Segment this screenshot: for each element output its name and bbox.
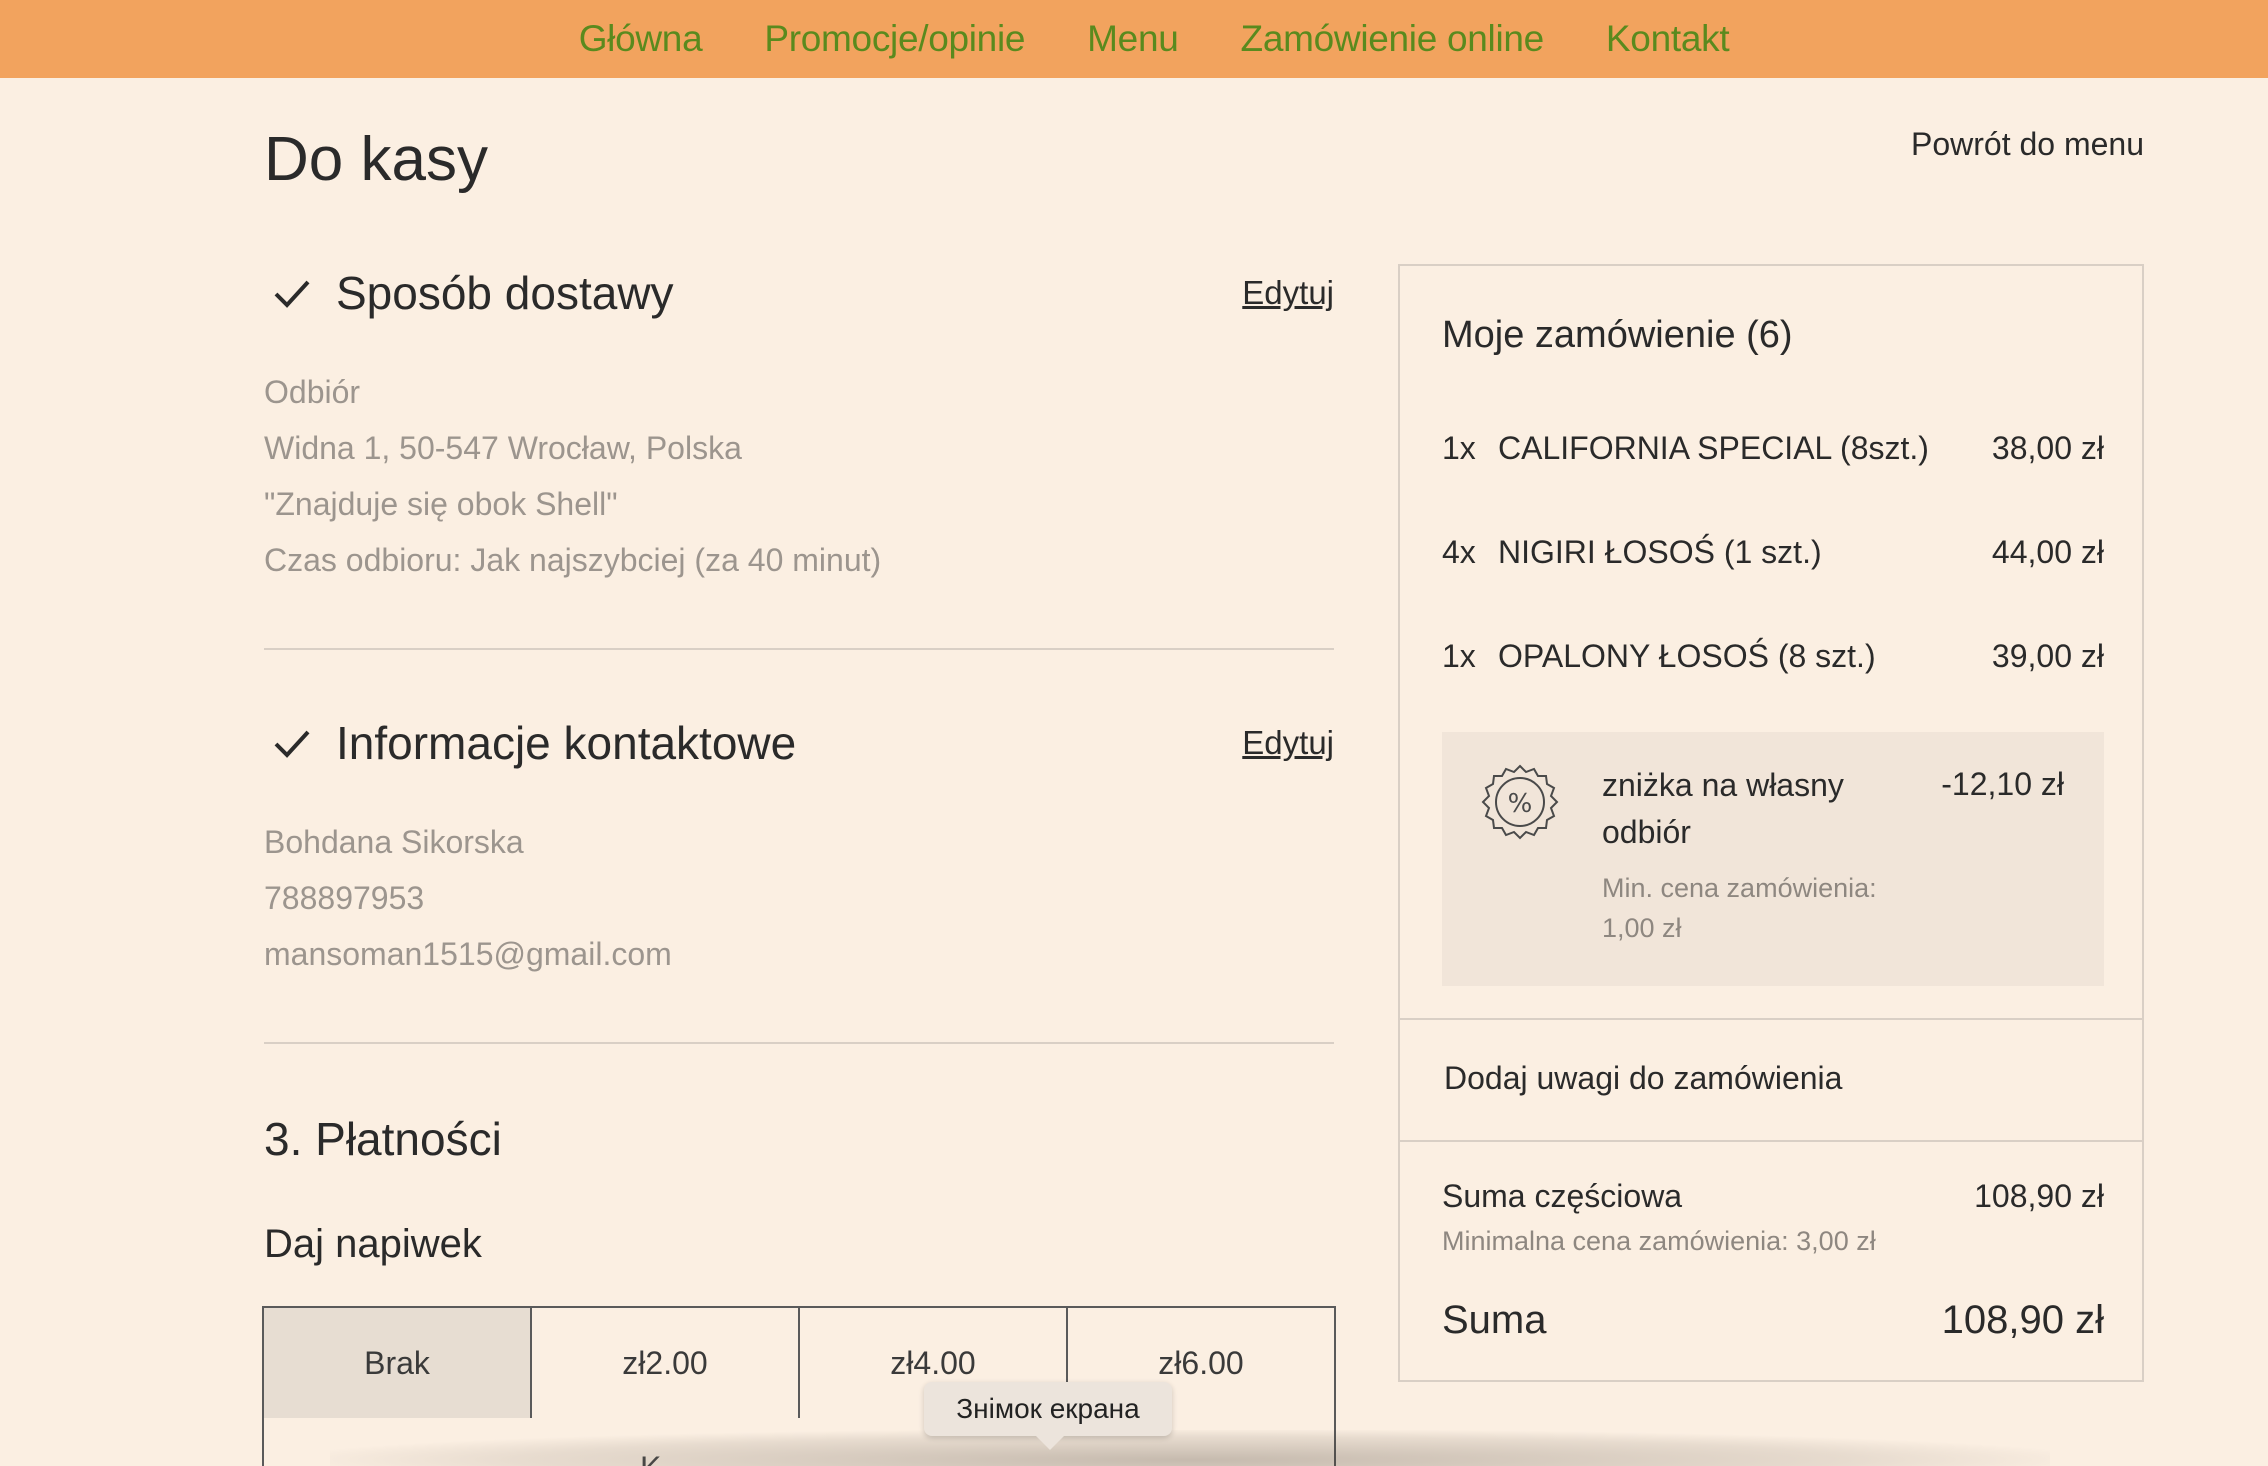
nav-item-zamowienie-online[interactable]: Zamówienie online [1241, 18, 1545, 60]
percent-badge-icon: % [1481, 764, 1559, 840]
svg-text:%: % [1508, 789, 1533, 819]
order-item-qty: 1x [1442, 430, 1476, 466]
contact-edit-link[interactable]: Edytuj [1242, 724, 1334, 762]
contact-section-header: Informacje kontaktowe Edytuj [264, 716, 1334, 770]
tip-option-2[interactable]: zł2.00 [532, 1308, 800, 1418]
delivery-pickup-time: Czas odbioru: Jak najszybciej (za 40 min… [264, 542, 882, 578]
panel-divider [1400, 1140, 2142, 1142]
order-item-name: OPALONY ŁOSOŚ (8 szt.) [1498, 638, 1876, 674]
nav-item-menu[interactable]: Menu [1087, 18, 1179, 60]
add-order-notes-link[interactable]: Dodaj uwagi do zamówienia [1444, 1060, 1842, 1097]
contact-email: mansoman1515@gmail.com [264, 936, 672, 972]
payments-title: 3. Płatności [264, 1113, 502, 1165]
order-item-name: CALIFORNIA SPECIAL (8szt.) [1498, 430, 1929, 466]
order-summary-panel: Moje zamówienie (6) 1x CALIFORNIA SPECIA… [1398, 264, 2144, 1382]
order-item: 1x CALIFORNIA SPECIAL (8szt.) 38,00 zł [1442, 430, 2104, 467]
delivery-method: Odbiór [264, 374, 361, 410]
tip-options: Brak zł2.00 zł4.00 zł6.00 [262, 1306, 1336, 1420]
total-row: Suma 108,90 zł [1442, 1298, 2104, 1343]
order-item-price: 38,00 zł [1991, 430, 2104, 466]
discount-min-price: Min. cena zamówienia: 1,00 zł [1602, 873, 1877, 943]
order-title: Moje zamówienie (6) [1442, 314, 1793, 356]
section-divider [264, 648, 1334, 650]
delivery-note: "Znajduje się obok Shell" [264, 486, 618, 522]
order-item: 4x NIGIRI ŁOSOŚ (1 szt.) 44,00 zł [1442, 534, 2104, 571]
tip-title: Daj napiwek [264, 1222, 482, 1266]
delivery-edit-link[interactable]: Edytuj [1242, 274, 1334, 312]
nav-item-kontakt[interactable]: Kontakt [1606, 18, 1730, 60]
discount-box: % zniżka na własny odbiór -12,10 zł Min.… [1442, 732, 2104, 986]
tip-option-none[interactable]: Brak [264, 1308, 532, 1418]
min-order-price: Minimalna cena zamówienia: 3,00 zł [1442, 1226, 1876, 1256]
check-icon [274, 280, 310, 308]
subtotal-row: Suma częściowa 108,90 zł [1442, 1178, 2104, 1215]
delivery-address: Widna 1, 50-547 Wrocław, Polska [264, 430, 742, 466]
contact-phone: 788897953 [264, 880, 425, 916]
page-title: Do kasy [264, 125, 488, 194]
panel-divider [1400, 1018, 2142, 1020]
top-nav: Główna Promocje/opinie Menu Zamówienie o… [0, 0, 2268, 78]
order-item-qty: 1x [1442, 638, 1476, 674]
overlay-shadow [330, 1430, 2050, 1466]
order-item-name: NIGIRI ŁOSOŚ (1 szt.) [1498, 534, 1822, 570]
delivery-section-header: Sposób dostawy Edytuj [264, 266, 1334, 320]
order-item-price: 39,00 zł [1991, 638, 2104, 674]
contact-details: Bohdana Sikorska 788897953 mansoman1515@… [264, 814, 672, 982]
subtotal-label: Suma częściowa [1442, 1178, 1683, 1214]
total-value: 108,90 zł [1941, 1298, 2104, 1342]
delivery-title: Sposób dostawy [336, 267, 674, 319]
contact-name: Bohdana Sikorska [264, 824, 524, 860]
nav-item-promocje[interactable]: Promocje/opinie [764, 18, 1025, 60]
order-item: 1x OPALONY ŁOSOŚ (8 szt.) 39,00 zł [1442, 638, 2104, 675]
total-label: Suma [1442, 1298, 1547, 1342]
contact-title: Informacje kontaktowe [336, 717, 797, 769]
check-icon [274, 730, 310, 758]
subtotal-value: 108,90 zł [1974, 1178, 2104, 1214]
tooltip: Знімок екрана [924, 1382, 1172, 1450]
discount-amount: -12,10 zł [1941, 766, 2064, 802]
order-item-price: 44,00 zł [1991, 534, 2104, 570]
nav-item-glowna[interactable]: Główna [579, 18, 703, 60]
delivery-details: Odbiór Widna 1, 50-547 Wrocław, Polska "… [264, 364, 881, 588]
order-item-qty: 4x [1442, 534, 1476, 570]
back-to-menu-link[interactable]: Powrót do menu [1911, 126, 2144, 163]
section-divider [264, 1042, 1334, 1044]
discount-name: zniżka na własny odbiór [1602, 767, 1844, 850]
